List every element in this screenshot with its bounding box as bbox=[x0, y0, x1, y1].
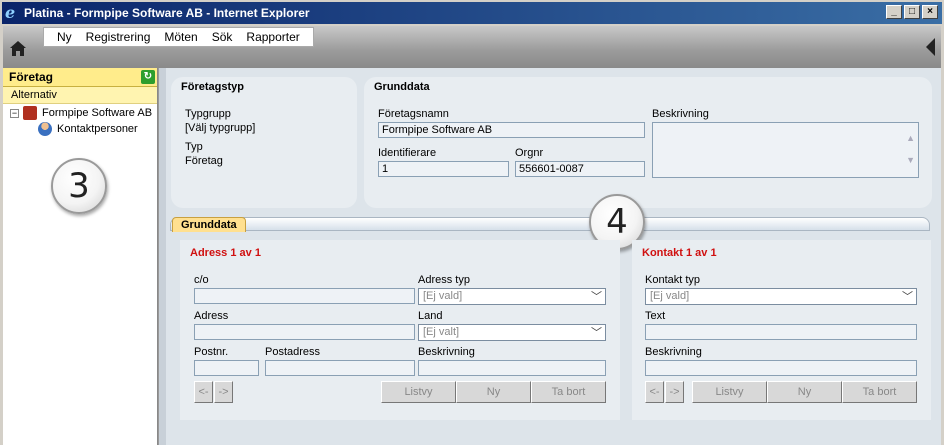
scroll-down-icon[interactable]: ▼ bbox=[906, 155, 915, 165]
co-field[interactable] bbox=[194, 288, 415, 304]
window-title: Platina - Formpipe Software AB - Interne… bbox=[24, 6, 310, 20]
person-icon bbox=[38, 122, 52, 136]
kontakt-ta-bort-button[interactable]: Ta bort bbox=[842, 381, 917, 403]
toolbar: Ny Registrering Möten Sök Rapporter bbox=[3, 26, 941, 68]
kontakt-typ-select[interactable]: [Ej vald] ﹀ bbox=[645, 288, 917, 305]
collapse-icon[interactable]: − bbox=[10, 108, 19, 118]
callout-3: 3 bbox=[51, 158, 107, 214]
maximize-button[interactable]: □ bbox=[904, 5, 920, 19]
kontakt-typ-value: [Ej vald] bbox=[650, 290, 690, 302]
menu-item-ny[interactable]: Ny bbox=[50, 30, 79, 44]
left-pane-title: Företag bbox=[9, 70, 54, 84]
adress-beskrivning-label: Beskrivning bbox=[418, 346, 475, 358]
chevron-down-icon: ﹀ bbox=[902, 291, 913, 303]
menu-item-sok[interactable]: Sök bbox=[205, 30, 240, 44]
identifierare-label: Identifierare bbox=[378, 147, 437, 159]
home-icon[interactable] bbox=[8, 38, 28, 58]
left-pane: Företag ↻ Alternativ − Formpipe Software… bbox=[3, 68, 158, 445]
kontakt-beskrivning-label: Beskrivning bbox=[645, 346, 702, 358]
menu-item-registrering[interactable]: Registrering bbox=[79, 30, 158, 44]
adress-next-button[interactable]: -> bbox=[214, 381, 233, 403]
adress-prev-button[interactable]: <- bbox=[194, 381, 213, 403]
adress-field[interactable] bbox=[194, 324, 415, 340]
tree-company-label: Formpipe Software AB bbox=[42, 107, 153, 119]
orgnr-field[interactable]: 556601-0087 bbox=[515, 161, 645, 177]
orgnr-label: Orgnr bbox=[515, 147, 544, 159]
adress-typ-label: Adress typ bbox=[418, 274, 470, 286]
tree-contacts-label: Kontaktpersoner bbox=[57, 123, 138, 135]
postadress-field[interactable] bbox=[265, 360, 415, 376]
refresh-icon[interactable]: ↻ bbox=[141, 70, 155, 84]
land-value: [Ej valt] bbox=[423, 326, 460, 338]
kontakt-prev-button[interactable]: <- bbox=[645, 381, 664, 403]
kontakt-beskrivning-field[interactable] bbox=[645, 360, 917, 376]
main-area: Företagstyp Typgrupp [Välj typgrupp] Typ… bbox=[166, 68, 941, 445]
kontakt-listvy-button[interactable]: Listvy bbox=[692, 381, 767, 403]
kontakt-panel: Kontakt 1 av 1 Kontakt typ [Ej vald] ﹀ T… bbox=[632, 240, 931, 420]
window-controls: _ □ × bbox=[886, 5, 938, 19]
kontakt-text-label: Text bbox=[645, 310, 666, 322]
main-menu: Ny Registrering Möten Sök Rapporter bbox=[43, 27, 314, 47]
postnr-field[interactable] bbox=[194, 360, 259, 376]
foretagstyp-panel: Företagstyp Typgrupp [Välj typgrupp] Typ… bbox=[171, 77, 357, 208]
typgrupp-label: Typgrupp bbox=[185, 108, 231, 120]
menu-item-rapporter[interactable]: Rapporter bbox=[239, 30, 306, 44]
kontakt-typ-label: Kontakt typ bbox=[645, 274, 701, 286]
kontakt-next-button[interactable]: -> bbox=[665, 381, 684, 403]
postnr-label: Postnr. bbox=[194, 346, 229, 358]
tree-item-contacts[interactable]: Kontaktpersoner bbox=[3, 121, 157, 137]
grunddata-title: Grunddata bbox=[374, 81, 430, 93]
typgrupp-value[interactable]: [Välj typgrupp] bbox=[185, 122, 255, 134]
adress-label: Adress bbox=[194, 310, 229, 322]
chevron-down-icon: ﹀ bbox=[591, 291, 602, 303]
typ-label: Typ bbox=[185, 141, 203, 153]
foretagsnamn-label: Företagsnamn bbox=[378, 108, 449, 120]
kontakt-ny-button[interactable]: Ny bbox=[767, 381, 842, 403]
kontakt-text-field[interactable] bbox=[645, 324, 917, 340]
ie-logo-icon: e bbox=[5, 3, 16, 22]
beskrivning-textarea[interactable]: ▲ ▼ bbox=[652, 122, 919, 178]
adress-beskrivning-field[interactable] bbox=[418, 360, 606, 376]
tree-item-company[interactable]: − Formpipe Software AB bbox=[3, 105, 157, 121]
typ-value: Företag bbox=[185, 155, 223, 167]
identifierare-field[interactable]: 1 bbox=[378, 161, 509, 177]
chevron-down-icon: ﹀ bbox=[591, 327, 602, 339]
alternativ-header[interactable]: Alternativ bbox=[3, 87, 157, 104]
tab-bar bbox=[170, 217, 930, 231]
land-select[interactable]: [Ej valt] ﹀ bbox=[418, 324, 606, 341]
postadress-label: Postadress bbox=[265, 346, 321, 358]
adress-panel: Adress 1 av 1 c/o Adress typ [Ej vald] ﹀… bbox=[180, 240, 620, 420]
left-pane-header: Företag ↻ bbox=[3, 68, 157, 87]
scroll-up-icon[interactable]: ▲ bbox=[906, 133, 915, 143]
foretagsnamn-field[interactable]: Formpipe Software AB bbox=[378, 122, 645, 138]
splitter[interactable] bbox=[158, 68, 166, 445]
tab-grunddata[interactable]: Grunddata bbox=[172, 217, 246, 232]
grunddata-panel: Grunddata Företagsnamn Formpipe Software… bbox=[364, 77, 932, 208]
close-button[interactable]: × bbox=[922, 5, 938, 19]
land-label: Land bbox=[418, 310, 443, 322]
adress-typ-select[interactable]: [Ej vald] ﹀ bbox=[418, 288, 606, 305]
title-bar: e Platina - Formpipe Software AB - Inter… bbox=[0, 0, 944, 26]
adress-listvy-button[interactable]: Listvy bbox=[381, 381, 456, 403]
kontakt-title: Kontakt 1 av 1 bbox=[642, 247, 717, 259]
beskrivning-label: Beskrivning bbox=[652, 108, 709, 120]
adress-title: Adress 1 av 1 bbox=[190, 247, 261, 259]
co-label: c/o bbox=[194, 274, 209, 286]
adress-ny-button[interactable]: Ny bbox=[456, 381, 531, 403]
foretagstyp-title: Företagstyp bbox=[181, 81, 244, 93]
adress-typ-value: [Ej vald] bbox=[423, 290, 463, 302]
collapse-arrow-icon[interactable] bbox=[926, 38, 935, 56]
menu-item-moten[interactable]: Möten bbox=[157, 30, 204, 44]
minimize-button[interactable]: _ bbox=[886, 5, 902, 19]
company-icon bbox=[23, 106, 37, 120]
adress-ta-bort-button[interactable]: Ta bort bbox=[531, 381, 606, 403]
